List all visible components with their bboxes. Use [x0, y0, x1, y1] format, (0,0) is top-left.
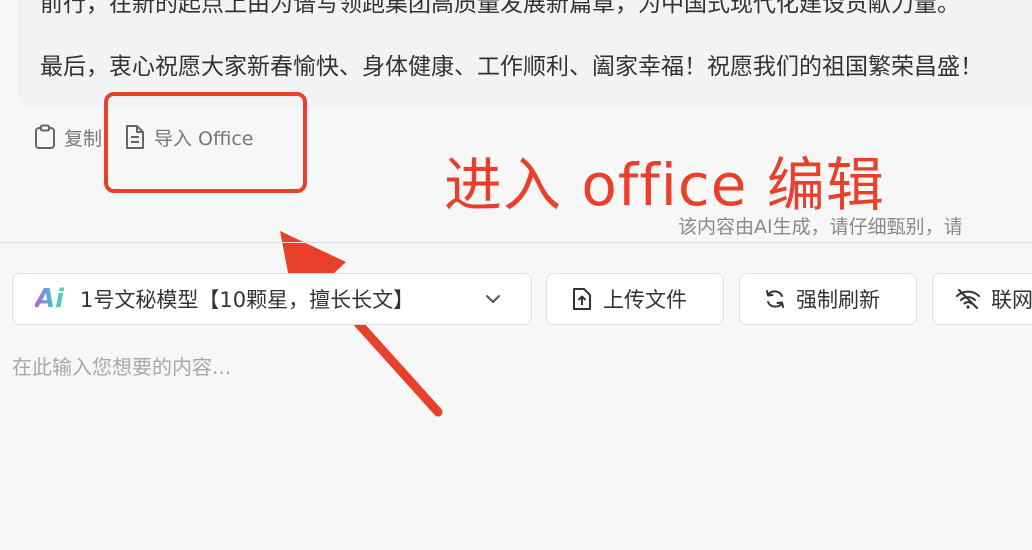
- refresh-label: 强制刷新: [796, 288, 880, 312]
- refresh-icon: [766, 290, 784, 308]
- annotation-text: 进入 office 编辑: [444, 151, 885, 219]
- model-label: 1号文秘模型【10颗星，擅长长文】: [80, 288, 415, 312]
- clipboard-icon: [35, 124, 55, 149]
- chat-input[interactable]: [12, 347, 1012, 387]
- divider: [0, 242, 1032, 243]
- web-search-toggle[interactable]: 联网: [932, 273, 1032, 325]
- ai-disclaimer: 该内容由AI生成，请仔细甄别，请: [678, 216, 963, 238]
- copy-button[interactable]: 复制: [34, 124, 104, 151]
- upload-label: 上传文件: [603, 288, 687, 312]
- force-refresh-button[interactable]: 强制刷新: [739, 273, 917, 325]
- network-label: 联网: [991, 288, 1032, 312]
- message-line: 前行，在新的起点上由为谱写领跑集团高质量发展新篇章，为中国式现代化建设贡献力量。: [40, 0, 960, 17]
- copy-label: 复制: [64, 127, 103, 150]
- chevron-down-icon: [486, 295, 500, 303]
- annotation-highlight-box: [104, 92, 307, 193]
- model-select[interactable]: Ai 1号文秘模型【10颗星，擅长长文】: [12, 273, 532, 325]
- ai-logo-icon: Ai: [35, 284, 65, 314]
- upload-file-button[interactable]: 上传文件: [546, 273, 724, 325]
- message-line: 最后，衷心祝愿大家新春愉快、身体健康、工作顺利、阖家幸福！祝愿我们的祖国繁荣昌盛…: [40, 54, 983, 80]
- upload-file-icon: [573, 288, 591, 310]
- wifi-off-icon: [956, 289, 980, 309]
